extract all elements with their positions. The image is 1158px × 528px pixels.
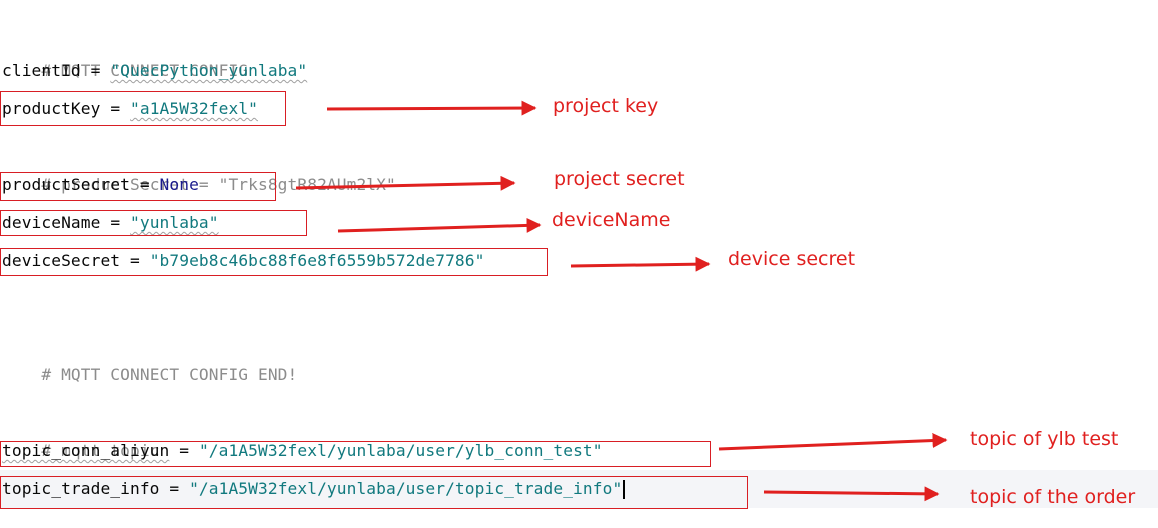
code-line-comment-config[interactable]: # MQTT CONNECT CONFIG	[2, 14, 248, 80]
highlight-box-device-secret	[0, 248, 548, 276]
highlight-box-product-secret	[0, 172, 276, 201]
highlight-box-topic-trade	[0, 476, 748, 509]
highlight-box-topic-conn	[0, 441, 711, 467]
highlight-box-product-key	[0, 91, 286, 126]
code-line-product-secret-comment[interactable]: # productSecret = "Trks8gtR82AUm2lX"	[2, 128, 396, 194]
code-line-client-id[interactable]: clientId = "QuecPython_yunlaba"	[2, 52, 307, 90]
variable-name: clientId	[2, 61, 81, 80]
annotation-device-name: deviceName	[552, 209, 671, 231]
annotation-project-secret: project secret	[554, 168, 685, 190]
annotation-project-key: project key	[553, 95, 659, 117]
annotation-topic-ylb-test: topic of ylb test	[970, 428, 1119, 450]
code-line-comment-topic[interactable]: # mqtt topic	[2, 394, 160, 460]
code-line-comment-config-end[interactable]: # MQTT CONNECT CONFIG END!	[2, 318, 297, 384]
assign-operator: =	[80, 61, 111, 80]
annotation-device-secret: device secret	[728, 248, 856, 270]
comment-text: # MQTT CONNECT CONFIG END!	[41, 365, 298, 384]
string-value: "QuecPython_yunlaba"	[110, 61, 308, 80]
annotation-topic-order: topic of the order	[970, 486, 1136, 508]
highlight-box-device-name	[0, 210, 307, 236]
